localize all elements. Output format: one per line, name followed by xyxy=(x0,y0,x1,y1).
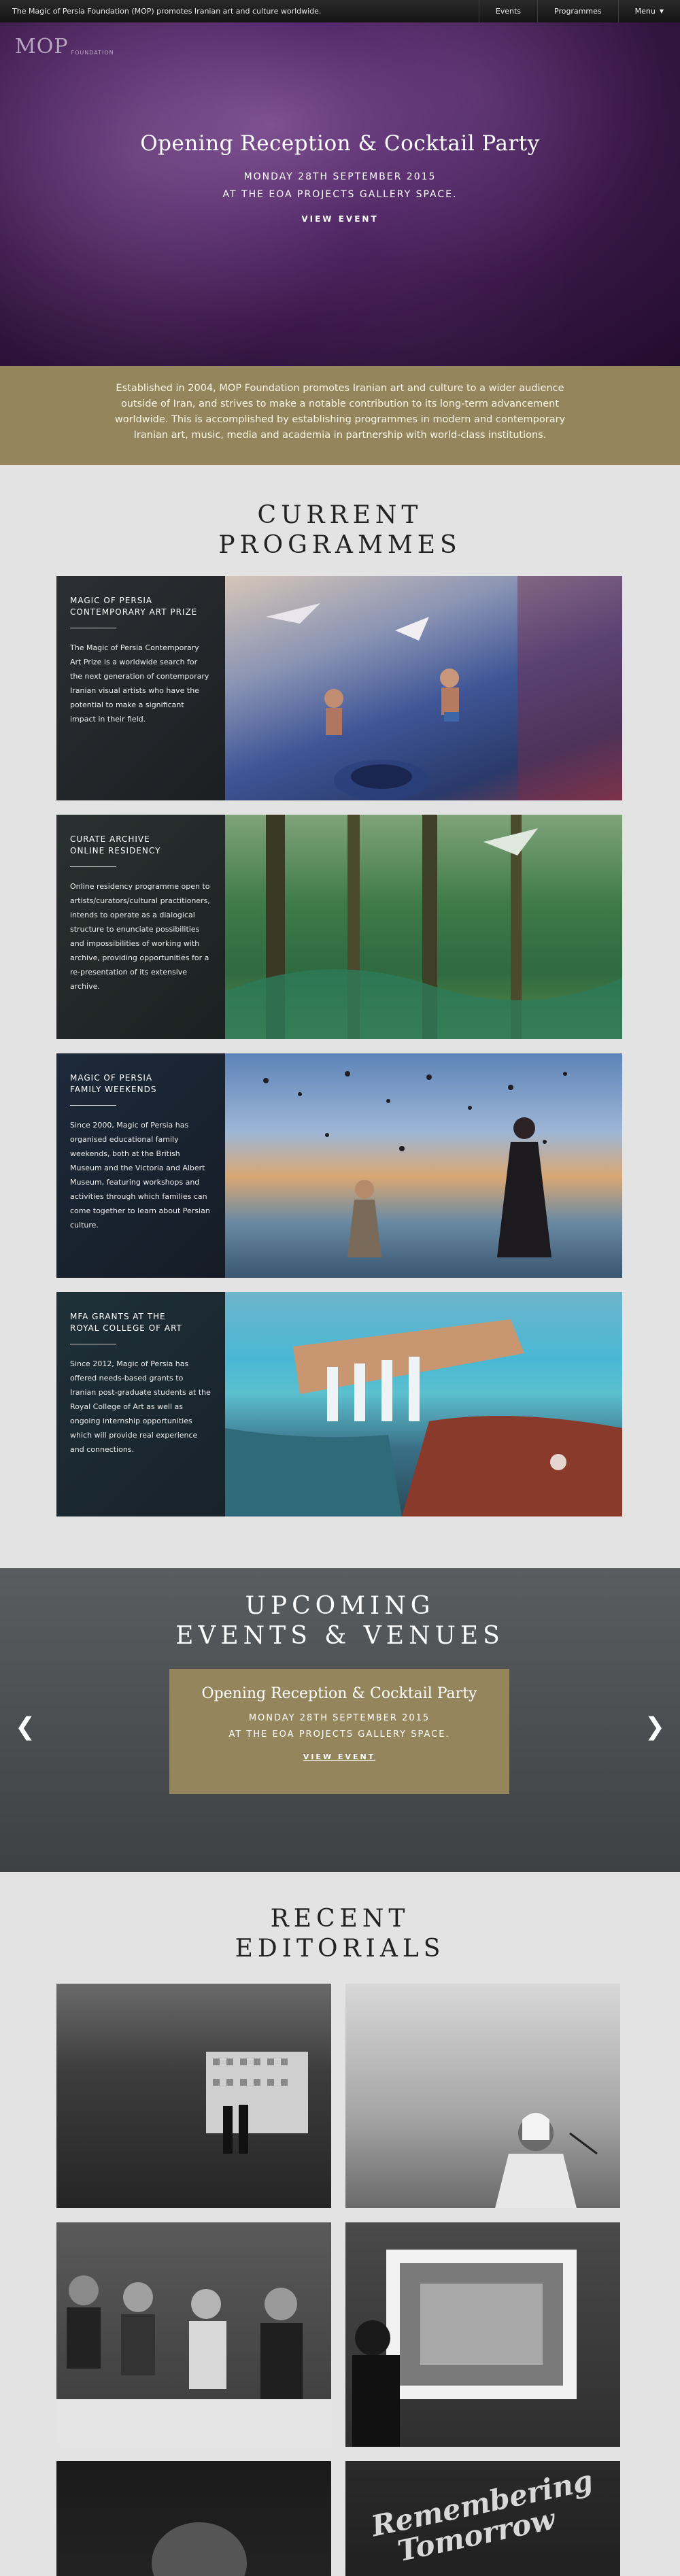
events-heading-line1: UPCOMING xyxy=(245,1592,435,1620)
dinner-guests-photo xyxy=(56,2275,331,2447)
hero-banner: MOP FOUNDATION Opening Reception & Cockt… xyxy=(0,22,680,366)
top-bar: The Magic of Persia Foundation (MOP) pro… xyxy=(0,0,680,22)
hero-view-event-button[interactable]: VIEW EVENT xyxy=(301,214,378,224)
logo-subtitle: FOUNDATION xyxy=(71,50,114,56)
programme-card-title-line1: MAGIC OF PERSIA xyxy=(70,596,153,605)
programme-card-text: The Magic of Persia Contemporary Art Pri… xyxy=(70,643,209,724)
chevron-left-icon[interactable]: ❮ xyxy=(15,1715,35,1740)
hero-content: Opening Reception & Cocktail Party MONDA… xyxy=(0,131,680,224)
hero-title: Opening Reception & Cocktail Party xyxy=(140,131,540,156)
editorial-thumbnail[interactable] xyxy=(56,2461,331,2576)
programme-card-title-line1: MAGIC OF PERSIA xyxy=(70,1073,153,1083)
nav-programmes-label: Programmes xyxy=(554,7,602,16)
nav-events-label: Events xyxy=(495,7,521,16)
nav-menu-button[interactable]: Menu ▼ xyxy=(617,0,680,22)
programme-card-text: Online residency programme open to artis… xyxy=(70,882,210,991)
editorials-heading-line2: EDITORIALS xyxy=(235,1935,445,1963)
site-tagline: The Magic of Persia Foundation (MOP) pro… xyxy=(12,7,322,16)
editorial-graphic-text: Remembering Tomorrow xyxy=(369,2464,601,2571)
programme-card-image xyxy=(225,1053,622,1278)
programme-card-title: MAGIC OF PERSIA CONTEMPORARY ART PRIZE xyxy=(70,595,211,618)
framed-artwork-photo xyxy=(352,2250,577,2447)
programme-card-title-line1: CURATE ARCHIVE xyxy=(70,834,150,844)
programme-card-title-line2: CONTEMPORARY ART PRIZE xyxy=(70,607,198,617)
events-heading-line2: EVENTS & VENUES xyxy=(175,1622,505,1650)
programmes-heading: CURRENT PROGRAMMES xyxy=(0,501,680,560)
chevron-down-icon: ▼ xyxy=(659,8,664,14)
programme-card-mfa-grants[interactable]: MFA GRANTS AT THE ROYAL COLLEGE OF ART S… xyxy=(56,1292,622,1516)
programme-card-title: MAGIC OF PERSIA FAMILY WEEKENDS xyxy=(70,1072,211,1096)
painting-illustration xyxy=(225,1319,622,1516)
editorials-heading-line1: RECENT xyxy=(270,1905,410,1933)
event-card-title: Opening Reception & Cocktail Party xyxy=(201,1685,477,1702)
divider xyxy=(70,1105,116,1106)
editorial-thumbnail[interactable] xyxy=(56,1984,331,2208)
chevron-right-icon[interactable]: ❯ xyxy=(645,1715,665,1740)
programme-card-panel: MAGIC OF PERSIA FAMILY WEEKENDS Since 20… xyxy=(56,1053,225,1278)
hero-venue: AT THE EOA PROJECTS GALLERY SPACE. xyxy=(222,189,458,200)
portrait-photo xyxy=(152,2522,247,2576)
editorial-thumbnail[interactable] xyxy=(56,2222,331,2447)
painting-illustration xyxy=(266,576,622,800)
events-heading: UPCOMING EVENTS & VENUES xyxy=(0,1591,680,1651)
nav-events-link[interactable]: Events xyxy=(478,0,537,22)
programme-card-image xyxy=(225,815,622,1039)
programme-card-image xyxy=(225,1292,622,1516)
events-section: UPCOMING EVENTS & VENUES ❮ ❯ Opening Rec… xyxy=(0,1568,680,1872)
programmes-heading-line1: CURRENT xyxy=(257,501,423,529)
programme-card-title-line2: ONLINE RESIDENCY xyxy=(70,846,161,855)
programme-card-text: Since 2012, Magic of Persia has offered … xyxy=(70,1359,211,1454)
event-view-button[interactable]: VIEW EVENT xyxy=(303,1752,375,1761)
editorial-thumbnail[interactable]: Remembering Tomorrow xyxy=(345,2461,620,2576)
hero-subtitle: MONDAY 28TH SEPTEMBER 2015 AT THE EOA PR… xyxy=(0,168,680,203)
programme-card-curate-archive[interactable]: CURATE ARCHIVE ONLINE RESIDENCY Online r… xyxy=(56,815,622,1039)
site-logo[interactable]: MOP FOUNDATION xyxy=(15,35,114,58)
hero-date: MONDAY 28TH SEPTEMBER 2015 xyxy=(243,171,437,182)
programme-card-title-line1: MFA GRANTS AT THE xyxy=(70,1312,166,1321)
editorial-thumbnail[interactable] xyxy=(345,2222,620,2447)
event-card: Opening Reception & Cocktail Party MONDA… xyxy=(169,1669,509,1794)
programme-card-art-prize[interactable]: MAGIC OF PERSIA CONTEMPORARY ART PRIZE T… xyxy=(56,576,622,800)
programme-card-title: MFA GRANTS AT THE ROYAL COLLEGE OF ART xyxy=(70,1311,211,1334)
programme-card-family-weekends[interactable]: MAGIC OF PERSIA FAMILY WEEKENDS Since 20… xyxy=(56,1053,622,1278)
painting-illustration xyxy=(225,815,622,1039)
speaker-photo xyxy=(495,2113,598,2208)
programme-card-panel: MAGIC OF PERSIA CONTEMPORARY ART PRIZE T… xyxy=(56,576,225,800)
gallery-photo xyxy=(206,2052,308,2154)
programme-card-panel: CURATE ARCHIVE ONLINE RESIDENCY Online r… xyxy=(56,815,225,1039)
event-card-venue: AT THE EOA PROJECTS GALLERY SPACE. xyxy=(228,1729,450,1740)
programme-card-title-line2: ROYAL COLLEGE OF ART xyxy=(70,1323,182,1333)
painting-illustration xyxy=(263,1071,567,1257)
programme-card-title: CURATE ARCHIVE ONLINE RESIDENCY xyxy=(70,834,211,857)
programme-card-panel: MFA GRANTS AT THE ROYAL COLLEGE OF ART S… xyxy=(56,1292,225,1516)
about-band: Established in 2004, MOP Foundation prom… xyxy=(0,366,680,465)
nav-programmes-link[interactable]: Programmes xyxy=(537,0,618,22)
programme-card-title-line2: FAMILY WEEKENDS xyxy=(70,1085,157,1094)
divider xyxy=(70,866,116,867)
nav-menu-label: Menu xyxy=(634,7,656,16)
programme-card-image xyxy=(225,576,622,800)
top-nav: Events Programmes Menu ▼ xyxy=(478,0,680,22)
event-card-subtitle: MONDAY 28TH SEPTEMBER 2015 AT THE EOA PR… xyxy=(169,1710,509,1743)
programme-card-text: Since 2000, Magic of Persia has organise… xyxy=(70,1121,210,1230)
logo-mark: MOP xyxy=(15,35,69,58)
about-text: Established in 2004, MOP Foundation prom… xyxy=(114,383,566,441)
programmes-heading-line2: PROGRAMMES xyxy=(218,531,462,559)
editorial-thumbnail[interactable] xyxy=(345,1984,620,2208)
editorials-heading: RECENT EDITORIALS xyxy=(0,1904,680,1964)
event-card-date: MONDAY 28TH SEPTEMBER 2015 xyxy=(248,1713,430,1723)
